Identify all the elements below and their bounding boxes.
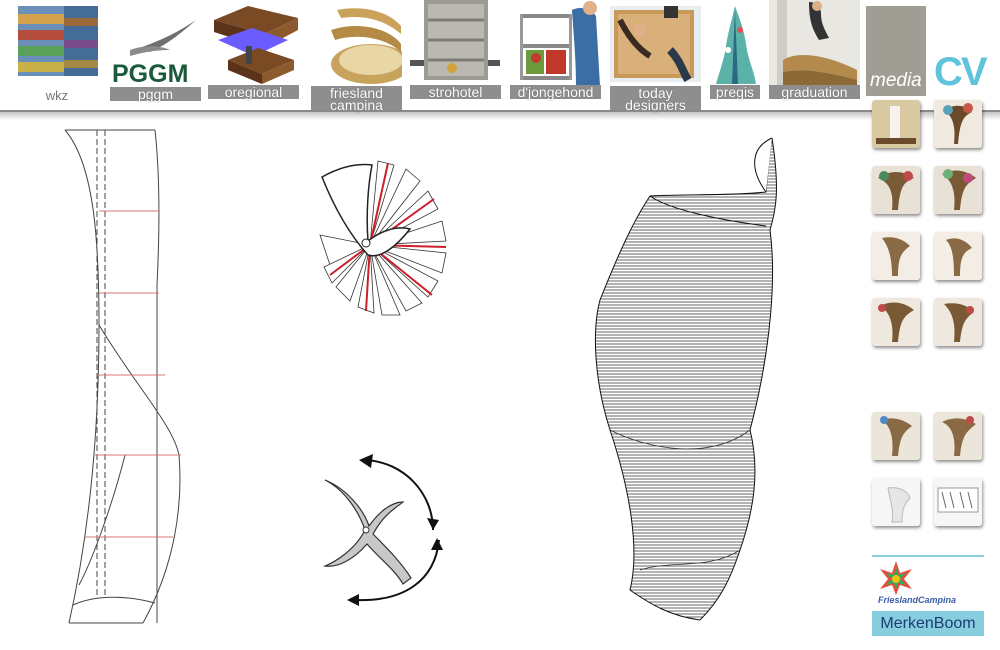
media-thumb-2[interactable] [934,100,982,148]
media-thumb-6[interactable] [934,232,982,280]
media-link[interactable]: media [866,6,926,96]
djongehond-thumbnail [510,0,601,86]
nav-label-pregis: pregis [710,85,760,99]
frieslandcampina-logo-text: FrieslandCampina [878,595,957,605]
frieslandcampina-logo[interactable]: FrieslandCampina [872,555,984,611]
nav-item-pggm[interactable]: PGGM pggm [110,0,201,104]
nav-label-graduation: graduation [769,85,860,99]
media-thumb-4[interactable] [934,166,982,214]
nav-item-today-designers[interactable]: today designers [610,0,701,112]
nav-item-wkz[interactable]: wkz [12,0,102,104]
twisted-column-elevation-drawing [64,129,181,624]
pggm-logo-text: PGGM [112,60,188,86]
nav-label-oregional: oregional [208,85,299,99]
strohotel-thumbnail [410,0,501,86]
today-designers-thumbnail [610,0,701,86]
pggm-logo: PGGM [110,0,201,86]
rotation-diagram-drawing [322,454,443,606]
media-thumb-11[interactable] [872,478,920,526]
media-thumb-10[interactable] [934,412,982,460]
nav-item-oregional[interactable]: oregional [208,0,299,104]
graduation-thumbnail [769,0,860,86]
nav-label-wkz: wkz [45,88,69,103]
nav-item-strohotel[interactable]: strohotel [410,0,501,104]
media-thumb-3[interactable] [872,166,920,214]
top-navigation: wkz PGGM pggm oregional friesland campin… [0,0,1000,116]
media-label: media [870,70,922,91]
cv-link[interactable]: CV [934,50,988,95]
media-thumb-5[interactable] [872,232,920,280]
media-thumb-7[interactable] [872,298,920,346]
nav-item-pregis[interactable]: pregis [710,0,760,104]
nav-label-pggm: pggm [110,87,201,101]
media-thumb-8[interactable] [934,298,982,346]
nav-item-friesland-campina[interactable]: friesland campina [311,0,402,112]
nav-item-graduation[interactable]: graduation [769,0,860,104]
media-thumb-12[interactable] [934,478,982,526]
merkenboom-logo[interactable]: MerkenBoom [872,611,984,636]
nav-item-djongehond[interactable]: d'jongehond [510,0,601,104]
media-thumb-9[interactable] [872,412,920,460]
friesland-campina-thumbnail [311,0,402,86]
oregional-thumbnail [208,0,299,86]
pregis-thumbnail [710,0,760,86]
nav-label-friesland-campina: friesland campina [311,86,402,112]
rotating-fan-plan-drawing [319,160,447,316]
topbar-shadow [0,110,1000,120]
media-thumb-1[interactable] [872,100,920,148]
nav-label-djongehond: d'jongehond [510,85,601,99]
sculpture-wireframe-drawing [594,137,777,621]
nav-label-strohotel: strohotel [410,85,501,99]
nav-label-today-designers: today designers [610,86,701,112]
star-flower-icon [880,561,912,595]
wkz-thumbnail [12,0,102,86]
